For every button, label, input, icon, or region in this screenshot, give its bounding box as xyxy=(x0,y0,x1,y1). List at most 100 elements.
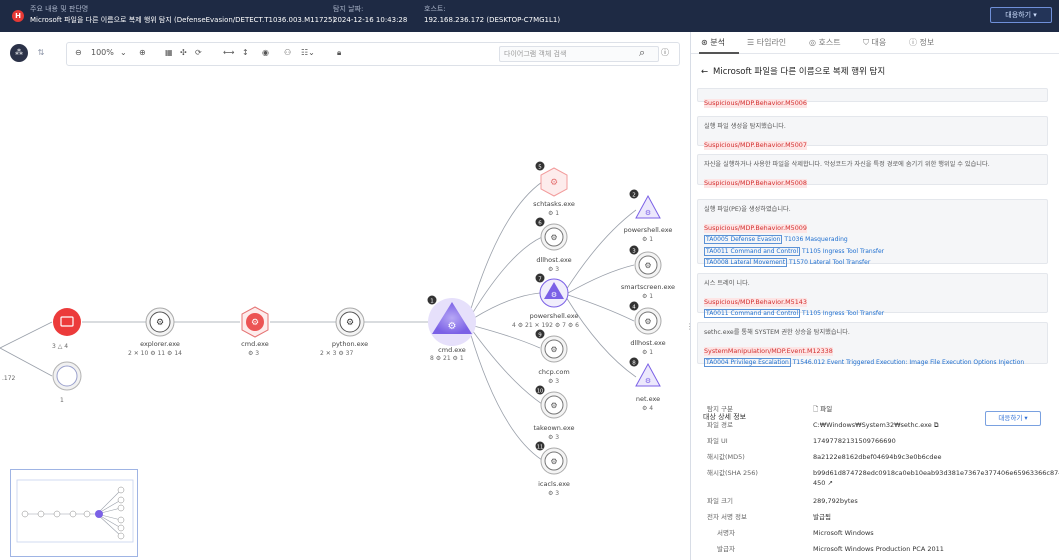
dllhost2-badge: 4 xyxy=(632,305,636,311)
rule-name[interactable]: SystemManipulation/MDP.Event.M12338 xyxy=(704,347,833,356)
detection-title-value: Microsoft 파일을 다른 이름으로 복제 행위 탐지 (DefenseE… xyxy=(30,16,336,24)
root2-node-meta: 1 xyxy=(60,397,64,404)
takeown-node[interactable]: ⚙ 10 takeown.exe ⚙ 3 xyxy=(533,385,575,442)
svg-text:⚙: ⚙ xyxy=(550,457,557,466)
svg-text:⚙: ⚙ xyxy=(645,209,651,217)
dllhost-node-1[interactable]: ⚙ 6 dllhost.exe ⚙ 3 xyxy=(535,217,572,274)
detail-row-size: 파일 크기 289,792bytes xyxy=(707,496,1052,506)
panel-tabs: ⊛ 분석 ☰ 타임라인 ◎ 호스트 ⛉ 대응 ⓘ 정보 xyxy=(691,32,1059,54)
behavior-card: Suspicious/MDP.Behavior.M5006 xyxy=(697,88,1048,108)
minimap[interactable] xyxy=(10,469,138,557)
tab-response[interactable]: ⛉ 대응 xyxy=(863,37,886,48)
mitre-tactic[interactable]: TA0011 Command and Control xyxy=(704,309,801,318)
powershell-right-badge: 2 xyxy=(632,193,636,199)
external-link-icon[interactable]: ↗ xyxy=(828,479,833,487)
dllhost1-meta: ⚙ 3 xyxy=(548,266,559,273)
detail-row-md5: 해시값(MD5) 8a2122e8162dbef04694b9c3e0b6cde… xyxy=(707,452,1052,462)
detail-value-text: b99d61d874728edc0918ca0eb10eab93d381e736… xyxy=(813,469,1059,487)
rule-name[interactable]: Suspicious/MDP.Behavior.M5143 xyxy=(704,298,807,307)
rule-name[interactable]: Suspicious/MDP.Behavior.M5006 xyxy=(704,99,807,108)
detail-value: 8a2122e8162dbef04694b9c3e0b6cdee xyxy=(813,453,942,461)
icacls-meta: ⚙ 3 xyxy=(548,490,559,497)
root-secondary-node[interactable]: 1 xyxy=(52,361,82,404)
cmd-main-node[interactable]: ⚙ 1 cmd.exe 8 ⚙ 21 ⚙ 1 xyxy=(427,295,477,363)
behavior-card: sethc.exe를 통해 SYSTEM 권한 상승을 탐지했습니다. Syst… xyxy=(697,322,1048,367)
mitre-tactic[interactable]: TA0008 Lateral Movement xyxy=(704,258,788,267)
explorer-meta: 2 ✕ 10 ⚙ 11 ⚙ 14 xyxy=(128,350,182,357)
icacls-node[interactable]: ⚙ 11 icacls.exe ⚙ 3 xyxy=(535,441,570,498)
detail-value-text: C:₩Windows₩System32₩sethc.exe xyxy=(813,421,932,429)
detection-time-block: 탐지 날짜: 2024-12-16 10:43:28 xyxy=(333,4,407,26)
svg-text:⚙: ⚙ xyxy=(644,261,651,270)
mitre-mapping[interactable]: TA0004 Privilege Escalation T1546.012 Ev… xyxy=(704,357,1041,369)
net-meta: ⚙ 4 xyxy=(642,405,653,412)
powershell-right-meta: ⚙ 1 xyxy=(642,236,653,243)
respond-button[interactable]: 대응하기 ▾ xyxy=(990,7,1052,23)
panel-title-text: Microsoft 파일을 다른 이름으로 복제 행위 탐지 xyxy=(713,67,886,77)
mitre-technique[interactable]: T1570 Lateral Tool Transfer xyxy=(789,259,870,266)
mitre-technique[interactable]: T1105 Ingress Tool Transfer xyxy=(802,248,884,255)
schtasks-badge: 5 xyxy=(538,165,542,171)
detail-value: Microsoft Windows Production PCA 2011 xyxy=(813,545,944,553)
svg-text:⚙: ⚙ xyxy=(645,377,651,385)
detail-value[interactable]: 발급됨 xyxy=(813,512,1059,522)
shield-icon: ⛉ xyxy=(863,38,872,47)
back-arrow-icon[interactable]: ← xyxy=(701,67,713,77)
dllhost1-label: dllhost.exe xyxy=(536,256,571,264)
mitre-tactic[interactable]: TA0004 Privilege Escalation xyxy=(704,358,791,367)
chcp-meta: ⚙ 3 xyxy=(548,378,559,385)
takeown-badge: 10 xyxy=(537,389,543,395)
chcp-node[interactable]: ⚙ 9 chcp.com ⚙ 3 xyxy=(535,329,570,386)
left-ip-label: .172 xyxy=(2,375,16,382)
detail-value: b99d61d874728edc0918ca0eb10eab93d381e736… xyxy=(813,468,1059,488)
detail-row-path: 파일 경로 C:₩Windows₩System32₩sethc.exe ⧉ xyxy=(707,420,1052,430)
powershell-right-node[interactable]: ⚙ 2 powershell.exe ⚙ 1 xyxy=(624,189,673,244)
detail-key: 서명자 xyxy=(717,529,735,537)
rule-name[interactable]: Suspicious/MDP.Behavior.M5008 xyxy=(704,179,807,188)
tab-timeline[interactable]: ☰ 타임라인 xyxy=(747,37,786,48)
smartscreen-meta: ⚙ 1 xyxy=(642,293,653,300)
powershell-mid-badge: 7 xyxy=(538,277,542,283)
rule-name[interactable]: Suspicious/MDP.Behavior.M5007 xyxy=(704,141,807,150)
detail-row-signature: 전자 서명 정보 발급됨 xyxy=(707,512,1052,522)
mitre-technique[interactable]: T1105 Ingress Tool Transfer xyxy=(802,310,884,317)
cmd-main-badge: 1 xyxy=(430,299,434,305)
net-node[interactable]: ⚙ 8 net.exe ⚙ 4 xyxy=(629,357,661,413)
mitre-tactic[interactable]: TA0011 Command and Control xyxy=(704,246,801,256)
mitre-technique[interactable]: T1546.012 Event Triggered Execution: Ima… xyxy=(793,359,1024,366)
dllhost1-badge: 6 xyxy=(538,221,542,227)
mitre-technique[interactable]: T1036 Masquerading xyxy=(784,236,847,243)
python-node[interactable]: ⚙ python.exe 2 ✕ 3 ⚙ 37 xyxy=(320,307,368,357)
smartscreen-node[interactable]: ⚙ 3 smartscreen.exe ⚙ 1 xyxy=(621,245,675,301)
detection-time-key: 탐지 날짜: xyxy=(333,5,364,13)
tab-info[interactable]: ⓘ 정보 xyxy=(909,37,934,48)
mitre-tactic[interactable]: TA0005 Defense Evasion xyxy=(704,235,783,244)
top-bar: H 주요 내용 및 판단명 Microsoft 파일을 다른 이름으로 복제 행… xyxy=(0,0,1059,32)
dllhost-node-2[interactable]: ⚙ 4 dllhost.exe ⚙ 1 xyxy=(629,301,666,357)
host-value: 192.168.236.172 (DESKTOP-C7MG1L1) xyxy=(424,16,561,24)
svg-text:⚙: ⚙ xyxy=(550,178,558,188)
detail-value-text: 파일 xyxy=(820,405,833,413)
root-threat-node[interactable]: 3 △ 4 xyxy=(52,308,81,350)
smartscreen-label: smartscreen.exe xyxy=(621,283,675,291)
info-icon: ⓘ xyxy=(909,38,920,47)
mitre-mapping[interactable]: TA0011 Command and Control T1105 Ingress… xyxy=(704,308,1041,320)
host-icon: ◎ xyxy=(809,38,819,47)
tab-analysis[interactable]: ⊛ 분석 xyxy=(701,37,725,48)
powershell-mid-label: powershell.exe xyxy=(530,312,579,320)
app-logo: H xyxy=(12,10,24,22)
mitre-mapping[interactable]: TA0011 Command and Control T1105 Ingress… xyxy=(704,246,1041,258)
detail-row-uid: 파일 UI 17497782131509766690 xyxy=(707,436,1052,446)
powershell-right-label: powershell.exe xyxy=(624,226,673,234)
cmd-node[interactable]: ⚙ cmd.exe ⚙ 3 xyxy=(241,306,269,357)
copy-icon[interactable]: ⧉ xyxy=(934,421,939,429)
detection-title-key: 주요 내용 및 판단명 xyxy=(30,5,89,13)
takeown-label: takeown.exe xyxy=(533,424,574,432)
schtasks-node[interactable]: ⚙ 5 schtasks.exe ⚙ 1 xyxy=(533,161,575,218)
mitre-mapping[interactable]: TA0008 Lateral Movement T1570 Lateral To… xyxy=(704,257,1041,269)
rule-name[interactable]: Suspicious/MDP.Behavior.M5009 xyxy=(704,224,807,233)
icacls-label: icacls.exe xyxy=(538,480,570,488)
mitre-mapping[interactable]: TA0005 Defense Evasion T1036 Masqueradin… xyxy=(704,234,1041,246)
tab-host[interactable]: ◎ 호스트 xyxy=(809,37,841,48)
explorer-node[interactable]: ⚙ explorer.exe 2 ✕ 10 ⚙ 11 ⚙ 14 xyxy=(128,307,182,357)
